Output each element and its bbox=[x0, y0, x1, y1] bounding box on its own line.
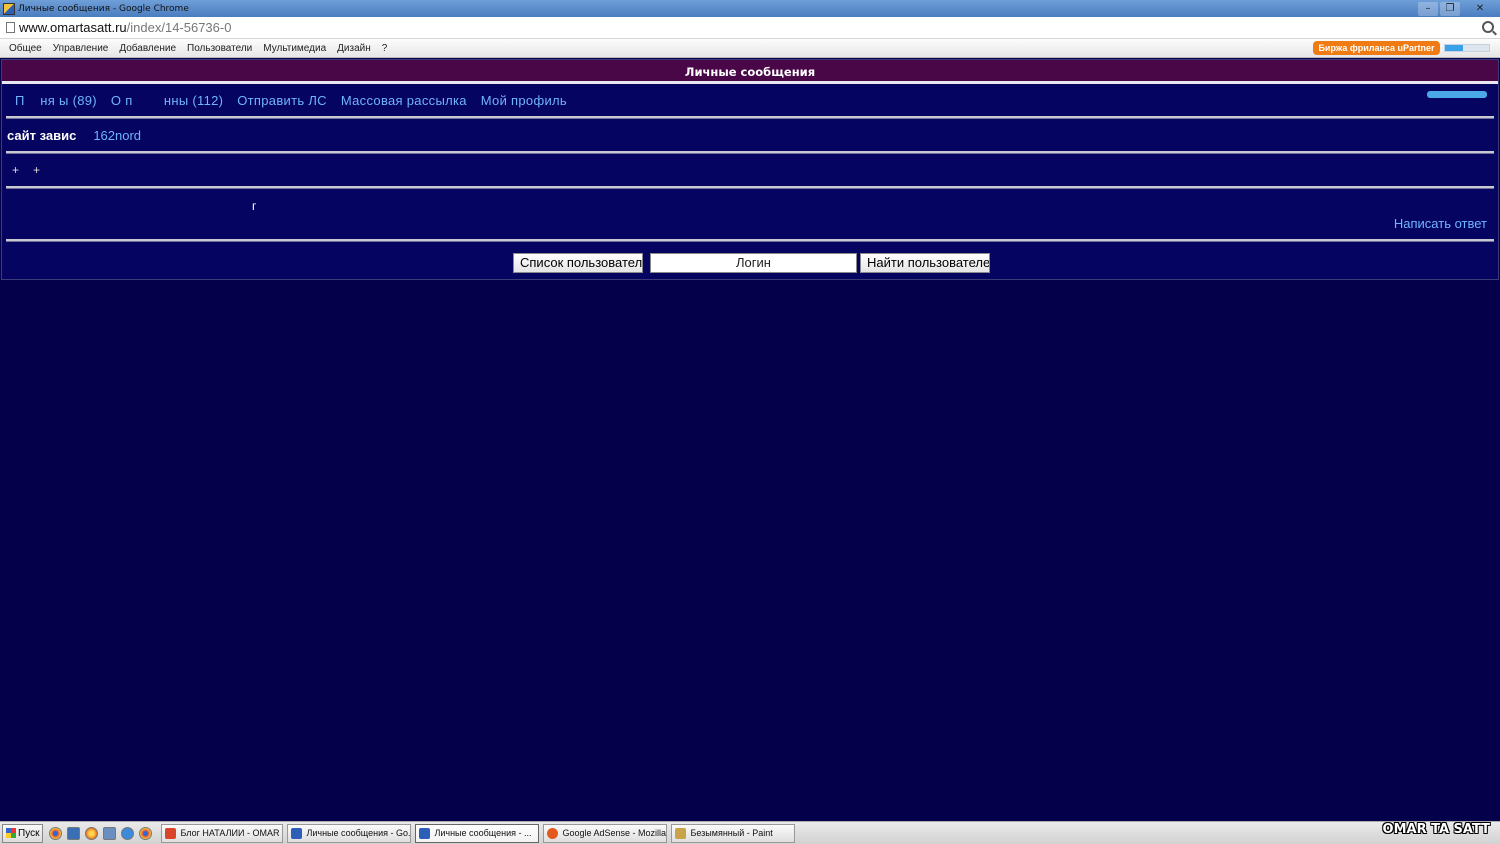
message-author-link[interactable]: 162nord bbox=[93, 128, 141, 143]
plus-mark[interactable]: + bbox=[12, 163, 19, 177]
taskbar-item[interactable]: Личные сообщения - Go... bbox=[287, 823, 412, 843]
taskbar-item-label: Блог НАТАЛИИ - OMAR T... bbox=[180, 828, 284, 838]
start-button[interactable]: Пуск bbox=[2, 823, 44, 843]
user-search-row: Список пользователей Логин Найти пользов… bbox=[2, 242, 1498, 282]
url-host: www.omartasatt.ru bbox=[19, 20, 127, 35]
settings-icon[interactable] bbox=[121, 826, 135, 840]
upartner-button[interactable]: Биржа фриланса uPartner bbox=[1313, 41, 1440, 55]
start-label: Пуск bbox=[18, 827, 40, 839]
chrome-icon[interactable] bbox=[139, 826, 153, 840]
ucoz-icon bbox=[291, 827, 303, 839]
message-body: г Написать ответ bbox=[2, 189, 1498, 239]
taskbar-item-label: Личные сообщения - Go... bbox=[306, 828, 412, 838]
message-subject: сайт завис bbox=[7, 127, 77, 143]
user-list-button[interactable]: Список пользователей bbox=[513, 253, 643, 273]
paint-icon bbox=[675, 827, 687, 839]
window-titlebar: Личные сообщения - Google Chrome – ❐ ✕ bbox=[0, 0, 1500, 17]
close-button[interactable]: ✕ bbox=[1462, 2, 1498, 16]
nav-send-pm-link[interactable]: Отправить ЛС bbox=[237, 93, 327, 108]
ucoz-icon bbox=[419, 827, 431, 839]
url-path: /index/14-56736-0 bbox=[126, 20, 232, 35]
panel-progress-fill bbox=[1445, 45, 1463, 51]
chrome-icon bbox=[165, 827, 177, 839]
watermark: OMAR TA SATT bbox=[1382, 822, 1490, 837]
reply-link[interactable]: Написать ответ bbox=[1394, 216, 1487, 231]
taskbar-item-label: Личные сообщения - ... bbox=[434, 828, 532, 838]
panel-progress-bar bbox=[1444, 44, 1490, 52]
taskbar-item[interactable]: Google AdSense - Mozilla... bbox=[543, 823, 668, 843]
admin-menu-design[interactable]: Дизайн bbox=[337, 43, 371, 54]
admin-menu-manage[interactable]: Управление bbox=[53, 43, 109, 54]
chrome-icon[interactable] bbox=[49, 826, 63, 840]
plus-mark[interactable]: + bbox=[33, 163, 40, 177]
admin-menu: Общее Управление Добавление Пользователи… bbox=[0, 43, 398, 54]
minimize-button[interactable]: – bbox=[1418, 1, 1438, 16]
login-input[interactable]: Логин bbox=[650, 253, 857, 273]
chrome-app-icon bbox=[3, 2, 15, 15]
nav-sent-link[interactable]: О п нны (112) bbox=[111, 93, 223, 108]
taskbar-item-label: Безымянный - Paint bbox=[690, 828, 773, 838]
message-info-row: сайт завис 162nord bbox=[2, 119, 1498, 151]
admin-menu-general[interactable]: Общее bbox=[9, 43, 42, 54]
windows-logo-icon bbox=[6, 828, 16, 838]
find-user-button[interactable]: Найти пользователей bbox=[860, 253, 990, 273]
taskbar: Пуск Блог НАТАЛИИ - OMAR T... Личные соо… bbox=[0, 821, 1500, 844]
page-title: Личные сообщения bbox=[2, 60, 1498, 84]
firefox-icon bbox=[547, 827, 559, 839]
desktop-icon[interactable] bbox=[67, 826, 81, 840]
nav-profile-link[interactable]: Мой профиль bbox=[481, 93, 567, 108]
quick-launch bbox=[49, 826, 157, 840]
window-title: Личные сообщения - Google Chrome bbox=[18, 3, 189, 14]
address-bar[interactable]: www.omartasatt.ru/index/14-56736-0 bbox=[0, 17, 1500, 39]
nav-mass-mail-link[interactable]: Массовая рассылка bbox=[341, 93, 467, 108]
explorer-icon[interactable] bbox=[103, 826, 117, 840]
admin-menu-multimedia[interactable]: Мультимедиа bbox=[263, 43, 326, 54]
pm-nav: П ня ы (89) О п нны (112) Отправить ЛС М… bbox=[2, 84, 1498, 116]
admin-panel: Общее Управление Добавление Пользователи… bbox=[0, 39, 1500, 58]
nav-received-link[interactable]: П ня ы (89) bbox=[15, 93, 97, 108]
taskbar-item[interactable]: Блог НАТАЛИИ - OMAR T... bbox=[161, 823, 284, 843]
page-icon bbox=[6, 22, 15, 33]
admin-menu-add[interactable]: Добавление bbox=[119, 43, 176, 54]
admin-menu-help[interactable]: ? bbox=[382, 43, 388, 54]
message-text: г bbox=[252, 199, 257, 213]
url-field[interactable]: www.omartasatt.ru/index/14-56736-0 bbox=[19, 20, 231, 35]
taskbar-item[interactable]: Безымянный - Paint bbox=[671, 823, 796, 843]
zoom-icon[interactable] bbox=[1482, 21, 1494, 33]
admin-menu-users[interactable]: Пользователи bbox=[187, 43, 252, 54]
restore-button[interactable]: ❐ bbox=[1440, 1, 1460, 16]
firefox-icon[interactable] bbox=[85, 826, 99, 840]
plus-row: + + bbox=[2, 154, 1498, 186]
taskbar-item-label: Google AdSense - Mozilla... bbox=[562, 828, 668, 838]
taskbar-item-active[interactable]: Личные сообщения - ... bbox=[415, 823, 540, 843]
pm-container: Личные сообщения П ня ы (89) О п нны (11… bbox=[1, 59, 1499, 280]
nav-pill bbox=[1427, 91, 1487, 98]
